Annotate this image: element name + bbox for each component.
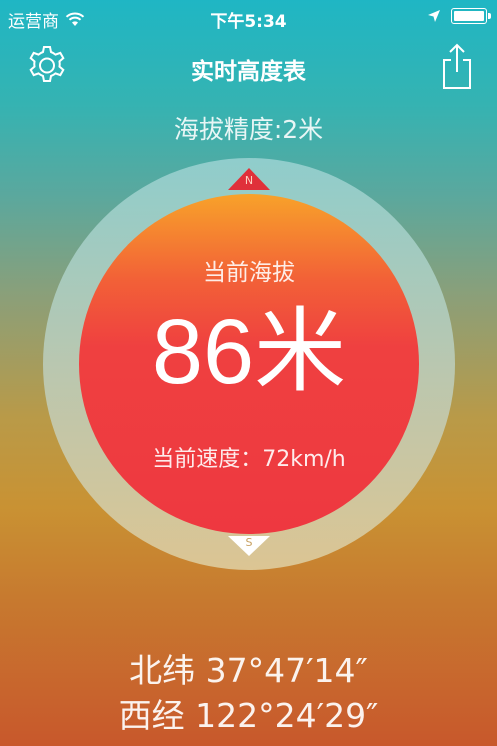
battery-icon xyxy=(451,8,491,24)
south-label: S xyxy=(245,536,253,549)
longitude: 西经 122°24′29″ xyxy=(118,696,379,735)
altitude-label: 当前海拔 xyxy=(203,260,295,286)
share-icon[interactable] xyxy=(440,42,474,90)
location-arrow-icon xyxy=(428,10,440,22)
speed-readout: 当前速度：72km/h xyxy=(152,447,346,472)
altimeter-gauge: N S 当前海拔 86米 当前速度：72km/h xyxy=(43,158,455,570)
altitude-accuracy: 海拔精度:2米 xyxy=(173,115,324,144)
coordinates: 北纬 37°47′14″ 西经 122°24′29″ xyxy=(0,648,497,738)
status-time: 下午5:34 xyxy=(210,12,287,32)
status-right xyxy=(427,8,491,24)
north-label: N xyxy=(244,174,254,187)
altitude-value: 86米 xyxy=(151,301,347,403)
nav-bar: 实时高度表 xyxy=(0,34,497,98)
latitude: 北纬 37°47′14″ xyxy=(129,651,368,690)
page-title: 实时高度表 xyxy=(191,59,306,85)
status-bar: 运营商 下午5:34 xyxy=(0,0,497,34)
